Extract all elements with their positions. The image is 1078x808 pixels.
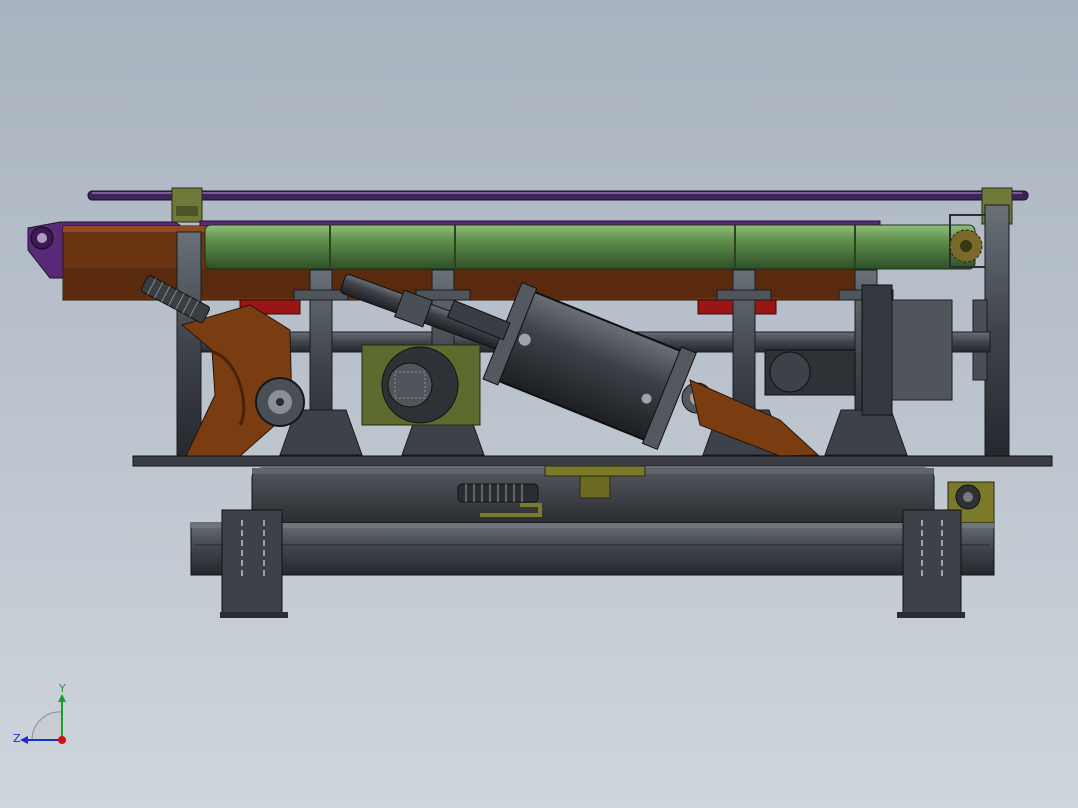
base-foot-left[interactable] xyxy=(220,509,288,618)
rod-support-left[interactable] xyxy=(171,187,203,223)
left-pulley[interactable] xyxy=(255,377,305,427)
base-foot-right[interactable] xyxy=(897,509,965,618)
base-deck-plate[interactable] xyxy=(132,455,1053,467)
triad-plane-icon xyxy=(31,711,63,741)
drive-motor[interactable] xyxy=(361,344,481,426)
lower-base-rail[interactable] xyxy=(190,522,995,576)
y-axis-label: Y xyxy=(58,682,66,695)
x-axis-dot-icon xyxy=(58,736,66,744)
top-guide-rod[interactable] xyxy=(87,190,1029,201)
cad-viewport[interactable] xyxy=(0,0,1078,808)
z-axis-label: Z xyxy=(13,732,21,745)
left-frame-post[interactable] xyxy=(176,231,202,458)
coordinate-triad: Y Z xyxy=(13,682,66,745)
green-roller-tube[interactable] xyxy=(204,224,976,270)
